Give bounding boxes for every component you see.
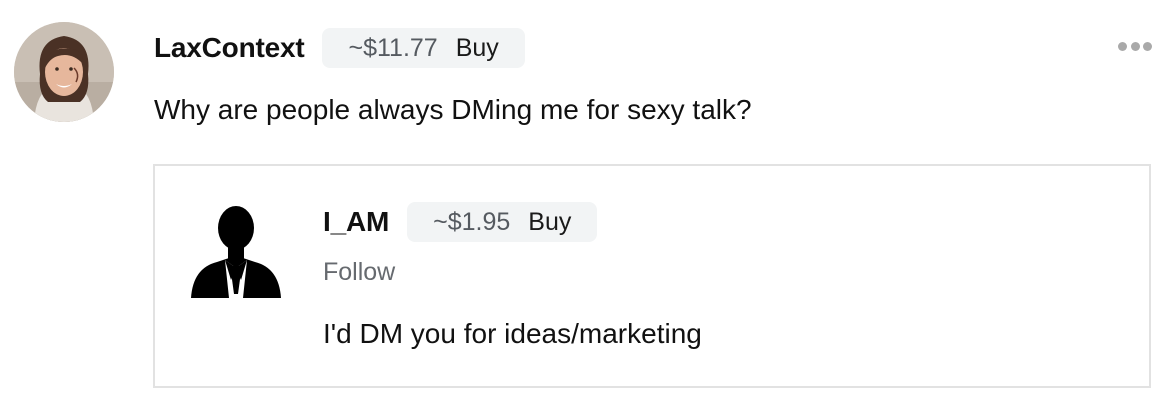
follow-button[interactable]: Follow: [323, 258, 395, 287]
author-name[interactable]: LaxContext: [154, 32, 305, 64]
buy-label: Buy: [455, 33, 499, 62]
author-avatar[interactable]: [14, 22, 114, 122]
reply-text: I'd DM you for ideas/marketing: [323, 318, 702, 349]
more-horizontal-icon[interactable]: [1118, 38, 1152, 54]
reply-author-name[interactable]: I_AM: [323, 206, 389, 238]
price-value: ~$11.77: [348, 33, 438, 62]
post-header: LaxContext ~$11.77 Buy: [154, 28, 525, 68]
reply-card: I_AM ~$1.95 Buy Follow I'd DM you for id…: [153, 164, 1151, 388]
reply-buy-label: Buy: [528, 207, 572, 236]
reply-price-buy-button[interactable]: ~$1.95 Buy: [407, 202, 598, 242]
post-text: Why are people always DMing me for sexy …: [154, 94, 752, 125]
reply-price-value: ~$1.95: [433, 207, 511, 236]
author-avatar-image: [14, 22, 114, 122]
dot: [1143, 41, 1152, 51]
price-buy-button[interactable]: ~$11.77 Buy: [322, 28, 525, 68]
dot: [1118, 41, 1127, 51]
dot: [1130, 41, 1140, 51]
person-silhouette-icon[interactable]: [191, 202, 281, 298]
reply-avatar-image: [191, 206, 281, 298]
reply-header: I_AM ~$1.95 Buy: [323, 202, 598, 242]
